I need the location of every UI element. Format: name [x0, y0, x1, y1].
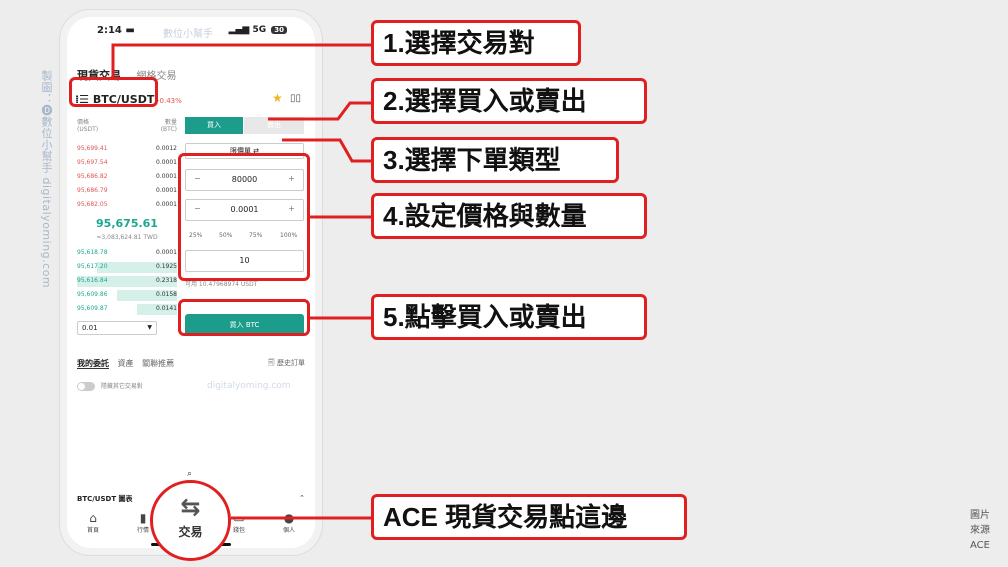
side-watermark: 製圖：🅓數位小幫手 digitalyoming.com: [40, 70, 53, 289]
buy-row[interactable]: 95,609.87 0.0141: [77, 304, 177, 315]
nav-trade[interactable]: ⇆ 交易: [150, 480, 231, 561]
buy-row[interactable]: 95,616.84 0.2318: [77, 276, 177, 287]
sell-tab[interactable]: 賣出: [244, 117, 304, 134]
highlight-buy-button: [178, 299, 310, 336]
hide-other-label: 隱藏其它交易對: [100, 383, 143, 390]
sell-qty: 0.0001: [156, 173, 177, 180]
sell-qty: 0.0012: [156, 145, 177, 152]
swap-icon: ⇆: [180, 493, 201, 521]
battery-icon: 30: [271, 26, 287, 34]
pair-change: -0.43%: [157, 97, 182, 105]
sell-price: 95,686.79: [77, 187, 108, 194]
sell-price: 95,686.82: [77, 173, 108, 180]
buy-row[interactable]: 95,609.86 0.0158: [77, 290, 177, 301]
chart-bar-label: BTC/USDT 圖表: [77, 495, 133, 503]
precision-value: 0.01: [82, 324, 98, 332]
user-icon: ●: [283, 511, 295, 525]
qty-header: 數量: [164, 119, 177, 126]
callout-step1: 1.選擇交易對: [371, 20, 581, 66]
nav-trade-label: 交易: [178, 525, 203, 539]
sell-row[interactable]: 95,697.54 0.0001: [77, 159, 177, 169]
last-price-twd: ≈3,083,624.81 TWD: [96, 234, 158, 241]
orderbook-header: 價格 (USDT) 數量 (BTC): [77, 117, 177, 133]
last-price: 95,675.61: [96, 217, 158, 230]
buy-price: 95,616.84: [77, 277, 108, 284]
sell-qty: 0.0001: [156, 187, 177, 194]
callout-ace: ACE 現貨交易點這邊: [371, 494, 687, 540]
orders-tabs: 我的委託 資產 關聯推薦 🗐 歷史訂單: [77, 358, 305, 369]
tab-my-orders[interactable]: 我的委託: [77, 359, 109, 369]
sell-row[interactable]: 95,686.82 0.0001: [77, 173, 177, 183]
buy-price: 95,618.78: [77, 249, 108, 256]
nav-home[interactable]: ⌂ 首頁: [73, 511, 113, 534]
buy-price: 95,617.20: [77, 263, 108, 270]
hide-other-pairs[interactable]: 隱藏其它交易對: [77, 381, 143, 391]
candlestick-icon[interactable]: ▯▯: [290, 93, 301, 104]
highlight-pair: [69, 77, 158, 107]
tab-assets[interactable]: 資產: [118, 359, 134, 368]
highlight-price-amount: [178, 153, 310, 281]
source-line: 來源: [970, 525, 990, 536]
search-icon: ⌕: [187, 469, 193, 479]
sell-price: 95,697.54: [77, 159, 108, 166]
nav-market-label: 行情: [136, 527, 149, 534]
callout-step4: 4.設定價格與數量: [371, 193, 647, 239]
buy-qty: 0.1925: [156, 263, 177, 270]
url-watermark: digitalyoming.com: [207, 381, 291, 391]
source-line: ACE: [970, 540, 990, 551]
sell-row[interactable]: 95,699.41 0.0012: [77, 145, 177, 155]
callout-step3: 3.選擇下單類型: [371, 137, 619, 183]
status-right: ▂▄▆ 5G 30: [229, 25, 287, 35]
signal-icon: ▂▄▆ 5G: [228, 25, 267, 35]
sell-qty: 0.0001: [156, 159, 177, 166]
buy-qty: 0.0001: [156, 249, 177, 256]
history-orders-link[interactable]: 🗐 歷史訂單: [268, 358, 305, 370]
status-watermark: 數位小幫手: [163, 29, 213, 40]
star-icon[interactable]: ★: [272, 91, 283, 105]
nav-account-label: 個人: [282, 527, 295, 534]
sell-price: 95,682.05: [77, 201, 108, 208]
callout-step5: 5.點擊買入或賣出: [371, 294, 647, 340]
sell-price: 95,699.41: [77, 145, 108, 152]
buy-row[interactable]: 95,617.20 0.1925: [77, 262, 177, 273]
buy-qty: 0.2318: [156, 277, 177, 284]
image-source: 圖片 來源 ACE: [962, 508, 998, 553]
home-icon: ⌂: [89, 511, 97, 525]
callout-step2: 2.選擇買入或賣出: [371, 78, 647, 124]
buy-row[interactable]: 95,618.78 0.0001: [77, 249, 177, 259]
toggle-switch[interactable]: [77, 382, 95, 391]
source-line: 圖片: [970, 510, 990, 521]
chevron-up-icon[interactable]: ⌃: [299, 494, 305, 502]
status-time: 2:14 ▬: [97, 25, 135, 36]
status-bar: 2:14 ▬ 數位小幫手 ▂▄▆ 5G 30: [67, 17, 315, 45]
sell-row[interactable]: 95,686.79 0.0001: [77, 187, 177, 197]
buy-qty: 0.0158: [156, 291, 177, 298]
buy-tab[interactable]: 買入: [185, 117, 243, 134]
tab-bots[interactable]: 關聯推薦: [142, 359, 174, 368]
sell-qty: 0.0001: [156, 201, 177, 208]
nav-account[interactable]: ● 個人: [269, 511, 309, 534]
qty-header-group: 數量 (BTC): [161, 117, 177, 133]
chevron-down-icon: ▼: [147, 324, 152, 331]
precision-select[interactable]: 0.01 ▼: [77, 321, 157, 335]
buy-price: 95,609.87: [77, 305, 108, 312]
qty-unit: (BTC): [160, 126, 177, 133]
buy-qty: 0.0141: [156, 305, 177, 312]
nav-wallet-label: 錢包: [232, 527, 245, 534]
buy-price: 95,609.86: [77, 291, 108, 298]
nav-home-label: 首頁: [86, 527, 99, 534]
sell-row[interactable]: 95,682.05 0.0001: [77, 201, 177, 211]
